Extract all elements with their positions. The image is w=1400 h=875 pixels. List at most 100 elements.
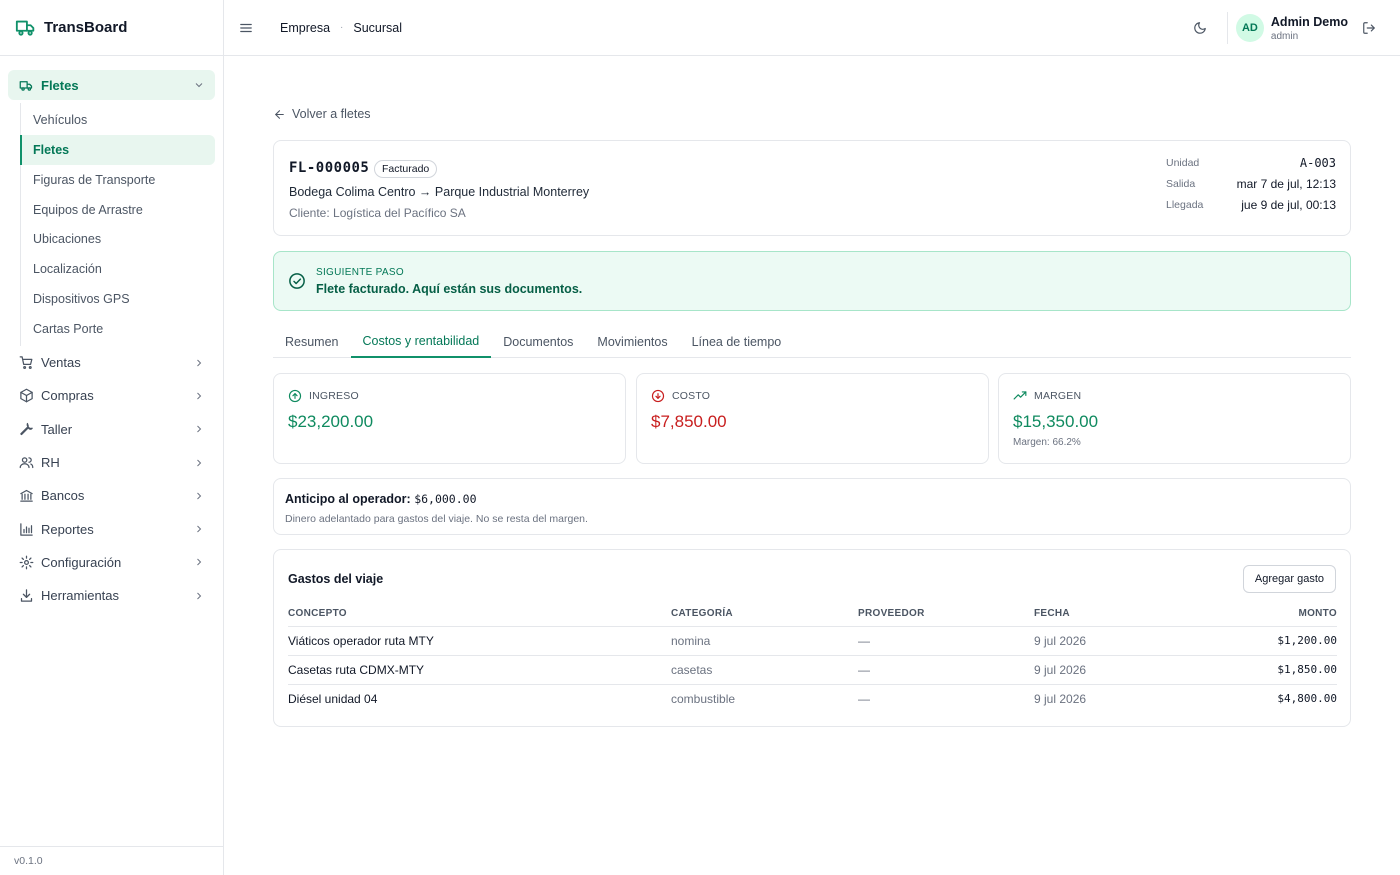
flete-route: Bodega Colima Centro → Parque Industrial…	[289, 185, 590, 199]
meta-llegada: Llegada jue 9 de jul, 00:13	[1166, 198, 1336, 212]
kpi-header: COSTO	[651, 389, 710, 403]
flete-code: FL-000005	[289, 160, 370, 176]
sidebar-item-localizacion[interactable]: Localización	[21, 254, 215, 284]
moon-icon[interactable]	[1193, 21, 1207, 35]
kpi-header: MARGEN	[1013, 389, 1081, 403]
kpi-label: COSTO	[672, 390, 711, 402]
cell-proveedor: —	[858, 654, 1034, 684]
anticipo-label: Anticipo al operador:	[285, 492, 411, 506]
download-icon	[18, 588, 34, 604]
wrench-icon	[18, 421, 34, 437]
flete-header-card: FL-000005 Facturado Bodega Colima Centro…	[273, 140, 1351, 236]
menu-icon[interactable]	[239, 21, 253, 35]
sidebar-group-compras[interactable]: Compras	[8, 381, 215, 411]
chevron-down-icon	[195, 83, 203, 88]
anticipo-value: $6,000.00	[414, 492, 477, 506]
sidebar-item-ubicaciones[interactable]: Ubicaciones	[21, 224, 215, 254]
tab-movimientos[interactable]: Movimientos	[585, 326, 679, 358]
sidebar-item-equipos-arrastre[interactable]: Equipos de Arrastre	[21, 195, 215, 225]
back-to-fletes-link[interactable]: Volver a fletes	[273, 107, 371, 121]
check-circle-icon	[289, 273, 305, 289]
user-info: Admin Demo admin	[1271, 15, 1348, 42]
sidebar-item-fletes[interactable]: Fletes	[20, 135, 215, 165]
meta-unidad: Unidad A-003	[1166, 156, 1336, 170]
meta-value: mar 7 de jul, 12:13	[1236, 177, 1336, 191]
back-link-label: Volver a fletes	[292, 107, 371, 121]
chevron-right-icon	[197, 459, 202, 466]
table-row[interactable]: Viáticos operador ruta MTY nomina — 9 ju…	[288, 625, 1337, 655]
sidebar-group-reportes[interactable]: Reportes	[8, 514, 215, 544]
gastos-card: Gastos del viaje Agregar gasto CONCEPTO …	[273, 549, 1351, 727]
users-icon	[18, 455, 34, 471]
chevron-right-icon	[197, 559, 202, 566]
cell-concepto: Casetas ruta CDMX-MTY	[288, 654, 671, 684]
table-row[interactable]: Casetas ruta CDMX-MTY casetas — 9 jul 20…	[288, 654, 1337, 684]
sidebar-group-bancos[interactable]: Bancos	[8, 481, 215, 511]
column-header-fecha[interactable]: FECHA	[1034, 602, 1194, 626]
arrow-left-icon	[275, 109, 284, 119]
column-header-categoria[interactable]: CATEGORÍA	[671, 602, 858, 626]
gastos-table: CONCEPTO CATEGORÍA PROVEEDOR FECHA MONTO…	[288, 602, 1337, 713]
sidebar-item-cartas-porte[interactable]: Cartas Porte	[21, 314, 215, 344]
sidebar-group-ventas[interactable]: Ventas	[8, 348, 215, 378]
truck-logo-icon	[15, 20, 35, 36]
meta-label: Llegada	[1166, 199, 1204, 211]
kpi-costo-card: COSTO $7,850.00	[636, 373, 989, 464]
tab-documentos[interactable]: Documentos	[491, 326, 585, 358]
topbar-divider	[1226, 12, 1228, 44]
cell-concepto: Viáticos operador ruta MTY	[288, 625, 671, 655]
sidebar-nav: Fletes Vehículos Fletes Figuras de Trans…	[0, 56, 223, 611]
meta-value: jue 9 de jul, 00:13	[1241, 198, 1336, 212]
sidebar-subnav-fletes: Vehículos Fletes Figuras de Transporte E…	[20, 103, 215, 346]
column-header-concepto[interactable]: CONCEPTO	[288, 602, 671, 626]
flete-tabs: Resumen Costos y rentabilidad Documentos…	[273, 326, 1351, 358]
sidebar-group-herramientas[interactable]: Herramientas	[8, 581, 215, 611]
sidebar-group-label: Bancos	[41, 488, 85, 504]
truck-icon	[18, 77, 34, 93]
trending-up-icon	[1013, 391, 1027, 400]
cell-categoria: nomina	[671, 625, 858, 655]
sidebar-group-label: Herramientas	[41, 588, 120, 604]
column-header-monto[interactable]: MONTO	[1194, 602, 1337, 626]
add-gasto-button[interactable]: Agregar gasto	[1242, 565, 1336, 593]
flete-client: Cliente: Logística del Pacífico SA	[289, 206, 466, 220]
table-row[interactable]: Diésel unidad 04 combustible — 9 jul 202…	[288, 683, 1337, 713]
sidebar-group-taller[interactable]: Taller	[8, 414, 215, 444]
cart-icon	[18, 355, 34, 371]
anticipo-note: Dinero adelantado para gastos del viaje.…	[285, 513, 588, 525]
breadcrumb-empresa[interactable]: Empresa	[280, 21, 330, 35]
cell-monto: $4,800.00	[1194, 683, 1337, 713]
sidebar-group-fletes[interactable]: Fletes	[8, 70, 215, 100]
kpi-ingreso-card: INGRESO $23,200.00	[273, 373, 626, 464]
tab-costos-rentabilidad[interactable]: Costos y rentabilidad	[350, 326, 492, 358]
sidebar-item-figuras-transporte[interactable]: Figuras de Transporte	[21, 165, 215, 195]
kpi-header: INGRESO	[288, 389, 359, 403]
tab-linea-tiempo[interactable]: Línea de tiempo	[680, 326, 794, 358]
sidebar-group-configuracion[interactable]: Configuración	[8, 547, 215, 577]
kpi-margen-value: $15,350.00	[1013, 412, 1099, 431]
next-step-kicker: SIGUIENTE PASO	[316, 267, 404, 278]
sidebar-group-label: Compras	[41, 388, 94, 404]
cell-categoria: casetas	[671, 654, 858, 684]
logout-icon[interactable]	[1362, 21, 1376, 35]
sidebar-group-label: Configuración	[41, 554, 122, 570]
arrow-up-circle-icon	[288, 389, 302, 403]
sidebar-item-vehiculos[interactable]: Vehículos	[21, 105, 215, 135]
sidebar-group-rh[interactable]: RH	[8, 448, 215, 478]
kpi-label: MARGEN	[1034, 390, 1082, 402]
tab-resumen[interactable]: Resumen	[273, 326, 351, 358]
cell-concepto: Diésel unidad 04	[288, 683, 671, 713]
kpi-costo-value: $7,850.00	[651, 412, 727, 431]
avatar[interactable]: AD	[1235, 14, 1264, 42]
cell-fecha: 9 jul 2026	[1034, 683, 1194, 713]
arrow-down-circle-icon	[651, 389, 665, 403]
column-header-proveedor[interactable]: PROVEEDOR	[858, 602, 1034, 626]
user-name: Admin Demo	[1270, 14, 1348, 29]
breadcrumb-sucursal[interactable]: Sucursal	[353, 21, 402, 35]
brand[interactable]: TransBoard	[0, 0, 223, 56]
kpi-label: INGRESO	[309, 390, 359, 402]
gear-icon	[18, 554, 34, 570]
sidebar-item-dispositivos-gps[interactable]: Dispositivos GPS	[21, 284, 215, 314]
bank-icon	[18, 488, 34, 504]
meta-salida: Salida mar 7 de jul, 12:13	[1166, 177, 1336, 191]
